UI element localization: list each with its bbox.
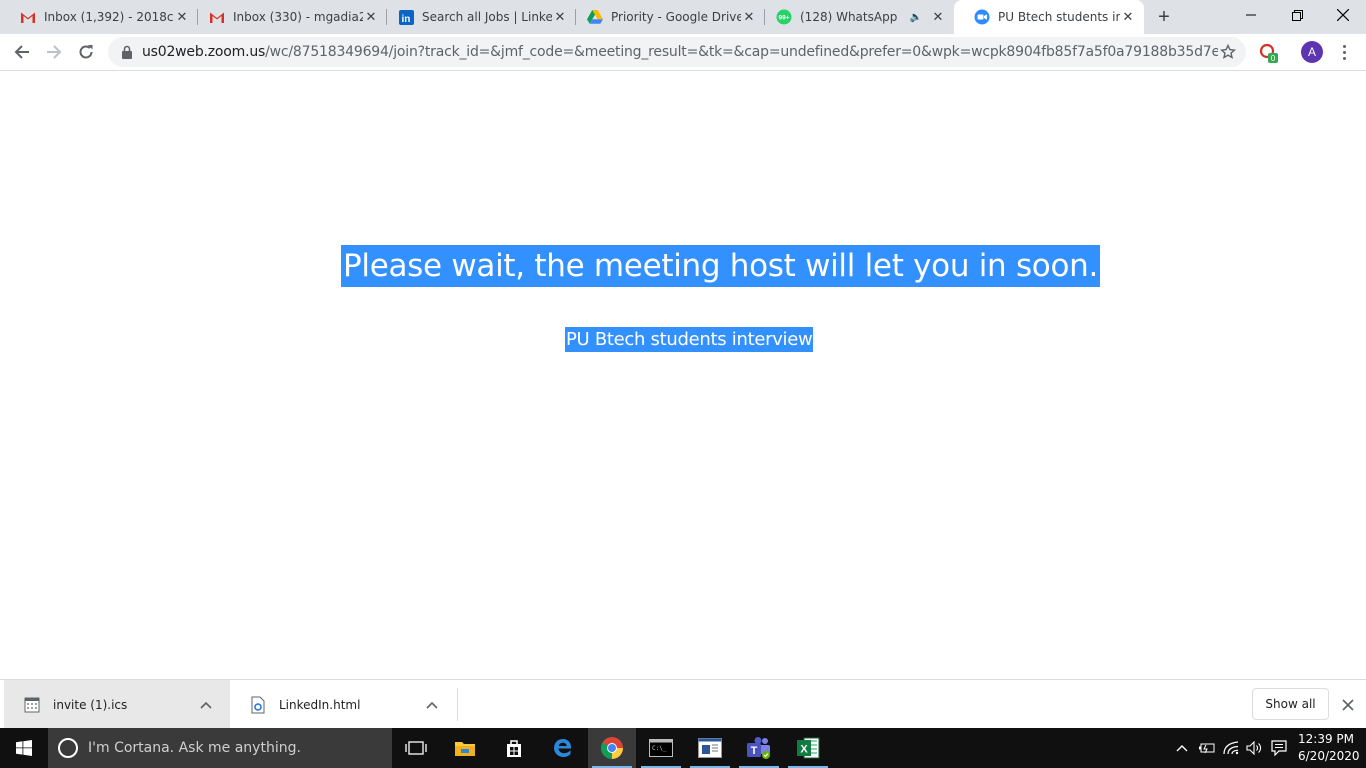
windows-taskbar: I'm Cortana. Ask me anything. C:\_ T X 1… [0, 728, 1366, 768]
terminal-icon: C:\_ [649, 739, 673, 757]
download-item[interactable]: LinkedIn.html [230, 680, 456, 729]
back-button[interactable] [8, 38, 36, 66]
close-icon[interactable]: ✕ [1120, 9, 1136, 25]
address-bar[interactable]: us02web.zoom.us/wc/87518349694/join?trac… [108, 37, 1246, 67]
svg-text:C:\_: C:\_ [652, 745, 667, 752]
excel-icon: X [797, 737, 820, 759]
gmail-icon [20, 9, 36, 25]
edge-icon [554, 739, 571, 757]
forward-button[interactable] [40, 38, 68, 66]
store-icon [507, 740, 521, 757]
chevron-up-icon[interactable] [422, 695, 442, 715]
waiting-room-message: Please wait, the meeting host will let y… [341, 245, 1101, 287]
back-arrow-icon [14, 45, 29, 59]
close-icon[interactable] [1338, 695, 1358, 715]
svg-text:X: X [800, 744, 808, 756]
minimize-button[interactable] [1228, 0, 1274, 30]
speaker-icon[interactable]: 🔈 [908, 9, 924, 25]
tab-whatsapp[interactable]: 99+ (128) WhatsApp 🔈 ✕ [756, 0, 954, 34]
extension-badge: 0 [1271, 54, 1276, 63]
close-icon[interactable]: ✕ [930, 9, 946, 25]
clock-time: 12:39 PM [1298, 732, 1354, 746]
whatsapp-icon: 99+ [776, 9, 792, 25]
tab-zoom-active[interactable]: PU Btech students inter ✕ [954, 0, 1144, 34]
forward-arrow-icon [47, 45, 62, 59]
store-button[interactable] [490, 728, 538, 768]
clock-date: 6/20/2020 [1298, 749, 1360, 763]
cortana-placeholder: I'm Cortana. Ask me anything. [88, 740, 301, 756]
divider [457, 688, 458, 721]
svg-text:T: T [751, 745, 758, 757]
tab-title: Search all Jobs | LinkedI [422, 10, 552, 24]
cortana-icon [58, 738, 78, 758]
windows-logo-icon [16, 740, 32, 756]
download-item[interactable]: invite (1).ics [4, 680, 230, 729]
page-content: Please wait, the meeting host will let y… [0, 71, 1366, 679]
tab-title: Inbox (1,392) - 2018csd [44, 10, 174, 24]
profile-avatar[interactable]: A [1301, 41, 1323, 63]
whatsapp-badge: 99+ [778, 15, 789, 22]
meeting-title: PU Btech students interview [565, 327, 814, 352]
volume-icon[interactable] [1244, 728, 1266, 768]
browser-toolbar: us02web.zoom.us/wc/87518349694/join?trac… [0, 34, 1366, 71]
lock-icon[interactable] [120, 45, 134, 59]
download-shelf: invite (1).ics LinkedIn.html Show all [0, 679, 1366, 729]
close-icon[interactable]: ✕ [552, 9, 568, 25]
start-button[interactable] [0, 728, 48, 768]
wifi-icon[interactable] [1220, 728, 1242, 768]
teams-button[interactable]: T [735, 728, 783, 768]
app-window-button[interactable] [686, 728, 734, 768]
task-view-icon [405, 741, 427, 755]
tab-title: (128) WhatsApp [800, 10, 898, 24]
html-file-icon [251, 696, 265, 713]
tab-google-drive[interactable]: Priority - Google Drive ✕ [567, 0, 765, 34]
svg-text:in: in [401, 14, 410, 25]
system-clock[interactable]: 12:39 PM 6/20/2020 [1298, 731, 1360, 765]
battery-icon[interactable] [1196, 728, 1218, 768]
calendar-file-icon [24, 697, 40, 712]
edge-button[interactable] [539, 728, 587, 768]
chrome-icon [601, 737, 623, 759]
tab-strip: Inbox (1,392) - 2018csd ✕ Inbox (330) - … [0, 0, 1366, 34]
task-view-button[interactable] [392, 728, 440, 768]
reload-icon [79, 45, 93, 59]
teams-icon: T [747, 737, 770, 759]
url-text[interactable]: us02web.zoom.us/wc/87518349694/join?trac… [142, 44, 1218, 60]
extension-icon[interactable]: 0 [1258, 42, 1280, 64]
new-tab-button[interactable]: + [1152, 5, 1176, 29]
close-window-button[interactable] [1320, 0, 1366, 30]
cortana-search-box[interactable]: I'm Cortana. Ask me anything. [48, 728, 392, 768]
linkedin-icon: in [398, 9, 414, 25]
chevron-up-icon[interactable] [1172, 728, 1192, 768]
tab-title: Inbox (330) - mgadia29 [233, 10, 363, 24]
close-icon[interactable]: ✕ [363, 9, 379, 25]
download-filename: invite (1).ics [53, 697, 128, 712]
tab-gmail-1[interactable]: Inbox (1,392) - 2018csd ✕ [0, 0, 198, 34]
gmail-icon [209, 9, 225, 25]
tab-gmail-2[interactable]: Inbox (330) - mgadia29 ✕ [189, 0, 387, 34]
reload-button[interactable] [72, 38, 100, 66]
excel-button[interactable]: X [784, 728, 832, 768]
zoom-icon [974, 9, 990, 25]
notification-center-icon[interactable] [1268, 728, 1290, 768]
close-icon[interactable]: ✕ [174, 9, 190, 25]
folder-icon [455, 742, 475, 756]
show-all-button[interactable]: Show all [1252, 688, 1329, 720]
chevron-up-icon[interactable] [196, 695, 216, 715]
file-explorer-button[interactable] [441, 728, 489, 768]
close-icon[interactable]: ✕ [741, 9, 757, 25]
window-app-icon [698, 738, 722, 758]
google-drive-icon [587, 9, 603, 25]
chrome-menu-button[interactable] [1334, 41, 1354, 63]
url-path: /wc/87518349694/join?track_id=&jmf_code=… [265, 44, 1218, 60]
download-filename: LinkedIn.html [279, 697, 361, 712]
restore-button[interactable] [1274, 0, 1320, 30]
url-host: us02web.zoom.us [142, 44, 266, 60]
bookmark-star-icon[interactable] [1218, 42, 1238, 62]
chrome-button[interactable] [588, 728, 636, 768]
terminal-button[interactable]: C:\_ [637, 728, 685, 768]
tab-title: Priority - Google Drive [611, 10, 741, 24]
tab-title: PU Btech students inter [998, 10, 1120, 24]
tab-linkedin[interactable]: in Search all Jobs | LinkedI ✕ [378, 0, 576, 34]
